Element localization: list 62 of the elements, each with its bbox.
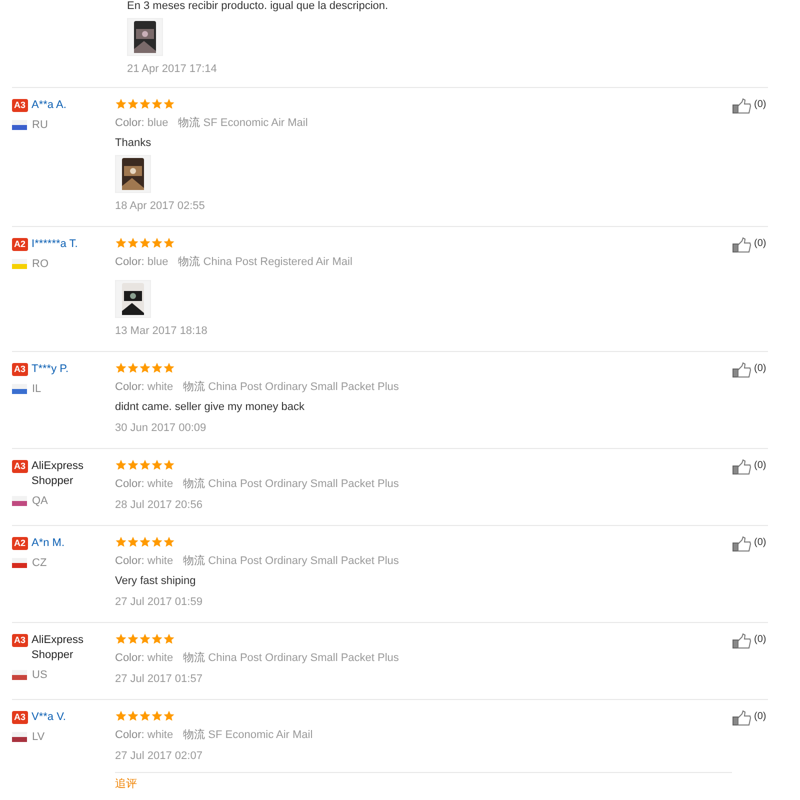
reviewer-name[interactable]: T***y P. [32,362,69,377]
review-date: 21 Apr 2017 17:14 [127,62,218,77]
reviewer-name[interactable]: V**a V. [32,710,66,725]
shipping-method: 物流 China Post Ordinary Small Packet Plus [183,478,399,490]
country-code: IL [32,383,42,395]
shipping-method: 物流 China Post Ordinary Small Packet Plus [183,381,399,393]
reviewer-name: AliExpress Shopper [32,459,84,489]
thumbs-up-icon[interactable] [732,710,752,726]
thumbs-up-icon[interactable] [732,536,752,552]
like-count: (0) [754,98,766,112]
product-color: Color: blue [115,117,168,129]
review-date: 27 Jul 2017 01:57 [115,672,204,687]
review-date: 27 Jul 2017 01:59 [115,595,204,610]
like-count: (0) [754,710,766,724]
country-code: LV [32,731,45,743]
level-badge: A2 [12,238,28,251]
review-date: 30 Jun 2017 00:09 [115,421,208,436]
shipping-method: 物流 SF Economic Air Mail [183,729,313,741]
shipping-method: 物流 China Post Registered Air Mail [178,256,352,268]
like-count: (0) [754,536,766,550]
thumbs-up-icon[interactable] [732,459,752,475]
reviewer-name[interactable]: A**a A. [32,98,66,113]
country-code: US [32,669,48,681]
product-color: Color: white [115,729,174,741]
country-code: QA [32,495,48,507]
review-text: Thanks [115,136,152,151]
reviewer-name: AliExpress Shopper [32,633,84,663]
like-count: (0) [754,237,766,251]
review-text: Very fast shiping [115,574,197,589]
level-badge: A2 [12,537,28,550]
thumbs-up-icon[interactable] [732,633,752,649]
shipping-method: 物流 SF Economic Air Mail [178,117,308,129]
product-color: Color: white [115,555,174,567]
thumbs-up-icon[interactable] [732,98,752,114]
reviewer-name[interactable]: A*n M. [32,536,65,551]
product-color: Color: white [115,652,174,664]
country-code: CZ [32,557,47,569]
thumbs-up-icon[interactable] [732,362,752,378]
product-color: Color: blue [115,256,168,268]
product-color: Color: white [115,381,174,393]
review-text: didnt came. seller give my money back [115,400,306,415]
reviewer-name[interactable]: I******a T. [32,237,78,252]
shipping-method: 物流 China Post Ordinary Small Packet Plus [183,555,399,567]
product-color: Color: white [115,478,174,490]
review-text: En 3 meses recibir producto. igual que la descripcion. [127,0,390,14]
review-date: 28 Jul 2017 20:56 [115,498,204,513]
thumbs-up-icon[interactable] [732,237,752,253]
review-date: 27 Jul 2017 02:07 [115,749,204,764]
level-badge: A3 [12,99,28,112]
level-badge: A3 [12,460,28,473]
review-date: 18 Apr 2017 02:55 [115,199,206,214]
shipping-method: 物流 China Post Ordinary Small Packet Plus [183,652,399,664]
like-count: (0) [754,633,766,647]
country-code: RU [32,119,48,131]
like-count: (0) [754,459,766,473]
level-badge: A3 [12,634,28,647]
level-badge: A3 [12,711,28,724]
follow-up-label: 追评 [115,772,732,791]
review-date: 13 Mar 2017 18:18 [115,324,208,339]
country-code: RO [32,258,48,270]
like-count: (0) [754,362,766,376]
level-badge: A3 [12,363,28,376]
